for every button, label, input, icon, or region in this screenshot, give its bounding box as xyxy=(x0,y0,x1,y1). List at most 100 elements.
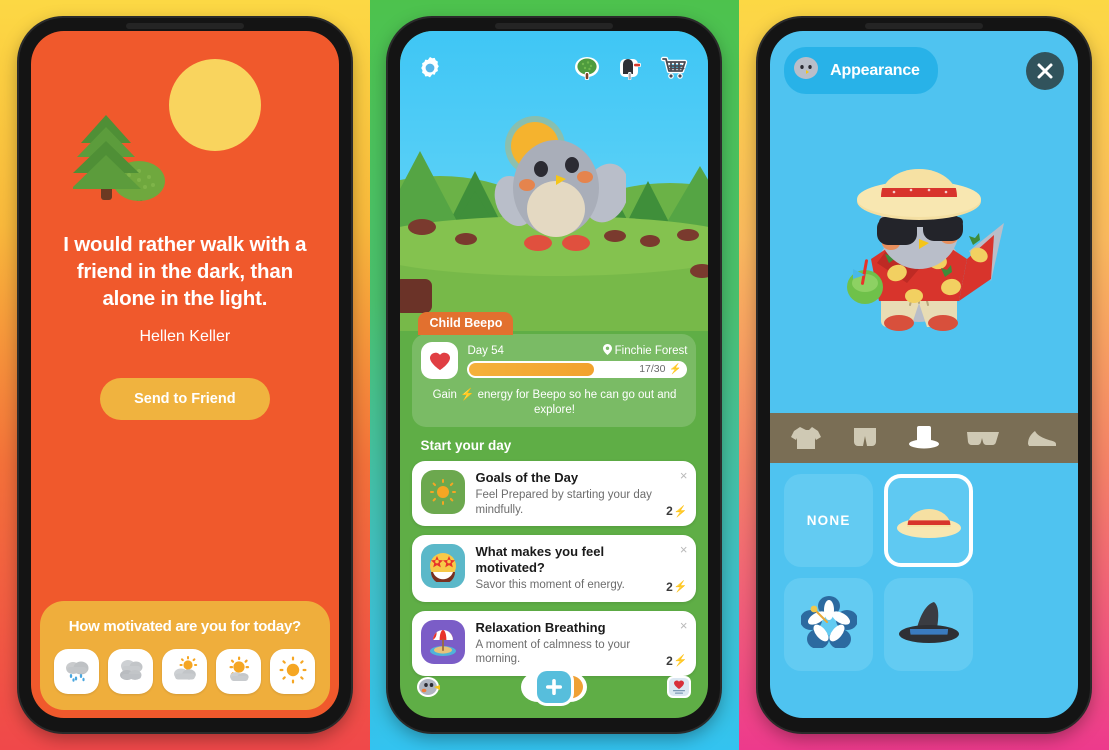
straw-hat-icon xyxy=(895,495,963,546)
lightning-bolt-icon: ⚡ xyxy=(673,505,688,518)
activity-cost: 2 ⚡ xyxy=(666,504,687,518)
activity-title: What makes you feel motivated? xyxy=(475,544,605,575)
item-none-label: NONE xyxy=(806,513,851,528)
lightning-bolt-icon: ⚡ xyxy=(669,363,682,375)
tree-icon xyxy=(70,113,183,213)
quote-screen: I would rather walk with a friend in the… xyxy=(30,31,339,718)
category-pants[interactable] xyxy=(842,418,888,458)
day-label: Day 54 xyxy=(467,344,504,357)
shopping-cart-icon[interactable] xyxy=(658,52,692,86)
appearance-header: Appearance xyxy=(784,47,1065,94)
activity-title: Goals of the Day xyxy=(475,470,579,485)
tree-icon[interactable] xyxy=(570,52,604,86)
activity-title: Relaxation Breathing xyxy=(475,619,606,635)
item-witch-hat[interactable] xyxy=(884,578,974,671)
item-none[interactable]: NONE xyxy=(784,474,874,567)
star-struck-emoji-icon xyxy=(421,544,466,588)
sun-emoji-icon xyxy=(421,470,466,514)
sun-with-small-cloud-icon xyxy=(224,655,254,688)
phone-frame-1: I would rather walk with a friend in the… xyxy=(18,18,351,732)
mailbox-icon[interactable] xyxy=(614,52,648,86)
close-icon[interactable]: × xyxy=(680,469,688,482)
character-name-tag: Child Beepo xyxy=(418,312,514,335)
quote-text: I would rather walk with a friend in the… xyxy=(63,233,307,310)
phone-notch xyxy=(865,23,984,29)
energy-hint-text: Gain ⚡ energy for Beepo so he can go out… xyxy=(432,389,677,416)
activity-body: What makes you feel motivated? Savor thi… xyxy=(475,544,687,593)
penguin-head-icon xyxy=(792,54,820,87)
status-card-body: Day 54 Finchie Forest 17/30 ⚡ Gain ⚡ ene… xyxy=(412,334,697,427)
avatar-preview xyxy=(770,141,1078,371)
phone-frame-2: Child Beepo Day 54 Finchie Forest 17/30 … xyxy=(388,18,721,732)
rain-cloud-icon xyxy=(62,655,92,688)
penguin-avatar-icon[interactable] xyxy=(414,672,444,702)
pet-status-card: Child Beepo Day 54 Finchie Forest 17/30 … xyxy=(412,311,697,427)
energy-progress-fill xyxy=(469,362,595,376)
category-tab-bar xyxy=(770,413,1079,463)
mood-question-label: How motivated are you for today? xyxy=(68,618,301,635)
gear-icon[interactable] xyxy=(416,54,446,84)
activity-cost-value: 2 xyxy=(666,504,673,518)
activity-card-goals-of-the-day[interactable]: Goals of the Day Feel Prepared by starti… xyxy=(412,461,697,526)
quote-author: Hellen Keller xyxy=(139,328,231,345)
penguin-beach-outfit-avatar xyxy=(847,169,1005,331)
close-icon[interactable] xyxy=(1026,51,1065,90)
beach-umbrella-emoji-icon xyxy=(421,619,466,664)
category-shirt[interactable] xyxy=(783,418,829,458)
location-label: Finchie Forest xyxy=(614,344,688,357)
sun-and-trees-illustration xyxy=(31,31,339,231)
mood-cloudy-button[interactable] xyxy=(108,649,154,694)
item-flower[interactable] xyxy=(784,578,874,671)
sun-icon xyxy=(278,655,308,688)
status-meta: Day 54 Finchie Forest 17/30 ⚡ xyxy=(467,343,688,378)
panel-appearance-screen: Appearance NONE xyxy=(739,0,1109,750)
mood-mostly-sunny-button[interactable] xyxy=(216,649,262,694)
mood-buttons-row xyxy=(50,649,320,694)
section-title-start-your-day: Start your day xyxy=(420,438,512,453)
home-screen: Child Beepo Day 54 Finchie Forest 17/30 … xyxy=(400,31,709,718)
send-to-friend-button[interactable]: Send to Friend xyxy=(100,378,270,420)
energy-progress-bar: 17/30 ⚡ xyxy=(467,360,688,378)
phone-frame-3: Appearance NONE xyxy=(758,18,1091,732)
witch-hat-icon xyxy=(896,596,962,653)
status-card-top-row: Day 54 Finchie Forest 17/30 ⚡ xyxy=(421,342,688,379)
location-display: Finchie Forest xyxy=(602,343,688,358)
panel-home-screen: Child Beepo Day 54 Finchie Forest 17/30 … xyxy=(369,0,740,750)
cloud-icon xyxy=(116,655,146,688)
heart-icon[interactable] xyxy=(421,342,459,379)
mood-rain-button[interactable] xyxy=(54,649,100,694)
panel-quote-screen: I would rather walk with a friend in the… xyxy=(0,0,370,750)
status-info-line: Day 54 Finchie Forest xyxy=(467,343,688,358)
hibiscus-flower-icon xyxy=(799,596,858,653)
activity-card-what-makes-you-feel-motivated[interactable]: What makes you feel motivated? Savor thi… xyxy=(412,535,697,602)
add-button-icon[interactable] xyxy=(508,665,600,709)
home-topbar xyxy=(400,49,708,89)
activity-description: Feel Prepared by starting your day mindf… xyxy=(475,489,652,516)
mood-sunny-button[interactable] xyxy=(270,649,316,694)
phone-notch xyxy=(495,23,614,29)
appearance-title-pill[interactable]: Appearance xyxy=(784,47,938,94)
appearance-title-label: Appearance xyxy=(830,61,920,79)
activity-body: Relaxation Breathing A moment of calmnes… xyxy=(475,620,687,667)
activity-description: Savor this moment of energy. xyxy=(475,579,625,591)
bottom-navigation xyxy=(400,662,708,712)
activity-body: Goals of the Day Feel Prepared by starti… xyxy=(475,470,687,517)
activity-cost-value: 2 xyxy=(666,579,673,594)
category-hat[interactable] xyxy=(901,418,947,458)
item-straw-hat[interactable] xyxy=(884,474,974,567)
category-shoes[interactable] xyxy=(1019,418,1065,458)
penguin-character xyxy=(495,140,627,251)
close-icon[interactable]: × xyxy=(680,543,688,556)
lightning-bolt-icon: ⚡ xyxy=(673,581,688,593)
journal-card-icon[interactable] xyxy=(664,672,694,702)
appearance-screen: Appearance NONE xyxy=(770,31,1079,718)
mood-selector-panel: How motivated are you for today? xyxy=(39,601,330,710)
map-pin-icon xyxy=(602,343,612,358)
phone-notch xyxy=(125,23,244,29)
category-glasses[interactable] xyxy=(960,418,1006,458)
activity-cost: 2 ⚡ xyxy=(666,580,687,594)
sun-behind-cloud-icon xyxy=(170,655,200,688)
close-icon[interactable]: × xyxy=(680,619,688,632)
mood-partly-cloudy-button[interactable] xyxy=(162,649,208,694)
item-grid: NONE xyxy=(784,474,1064,671)
